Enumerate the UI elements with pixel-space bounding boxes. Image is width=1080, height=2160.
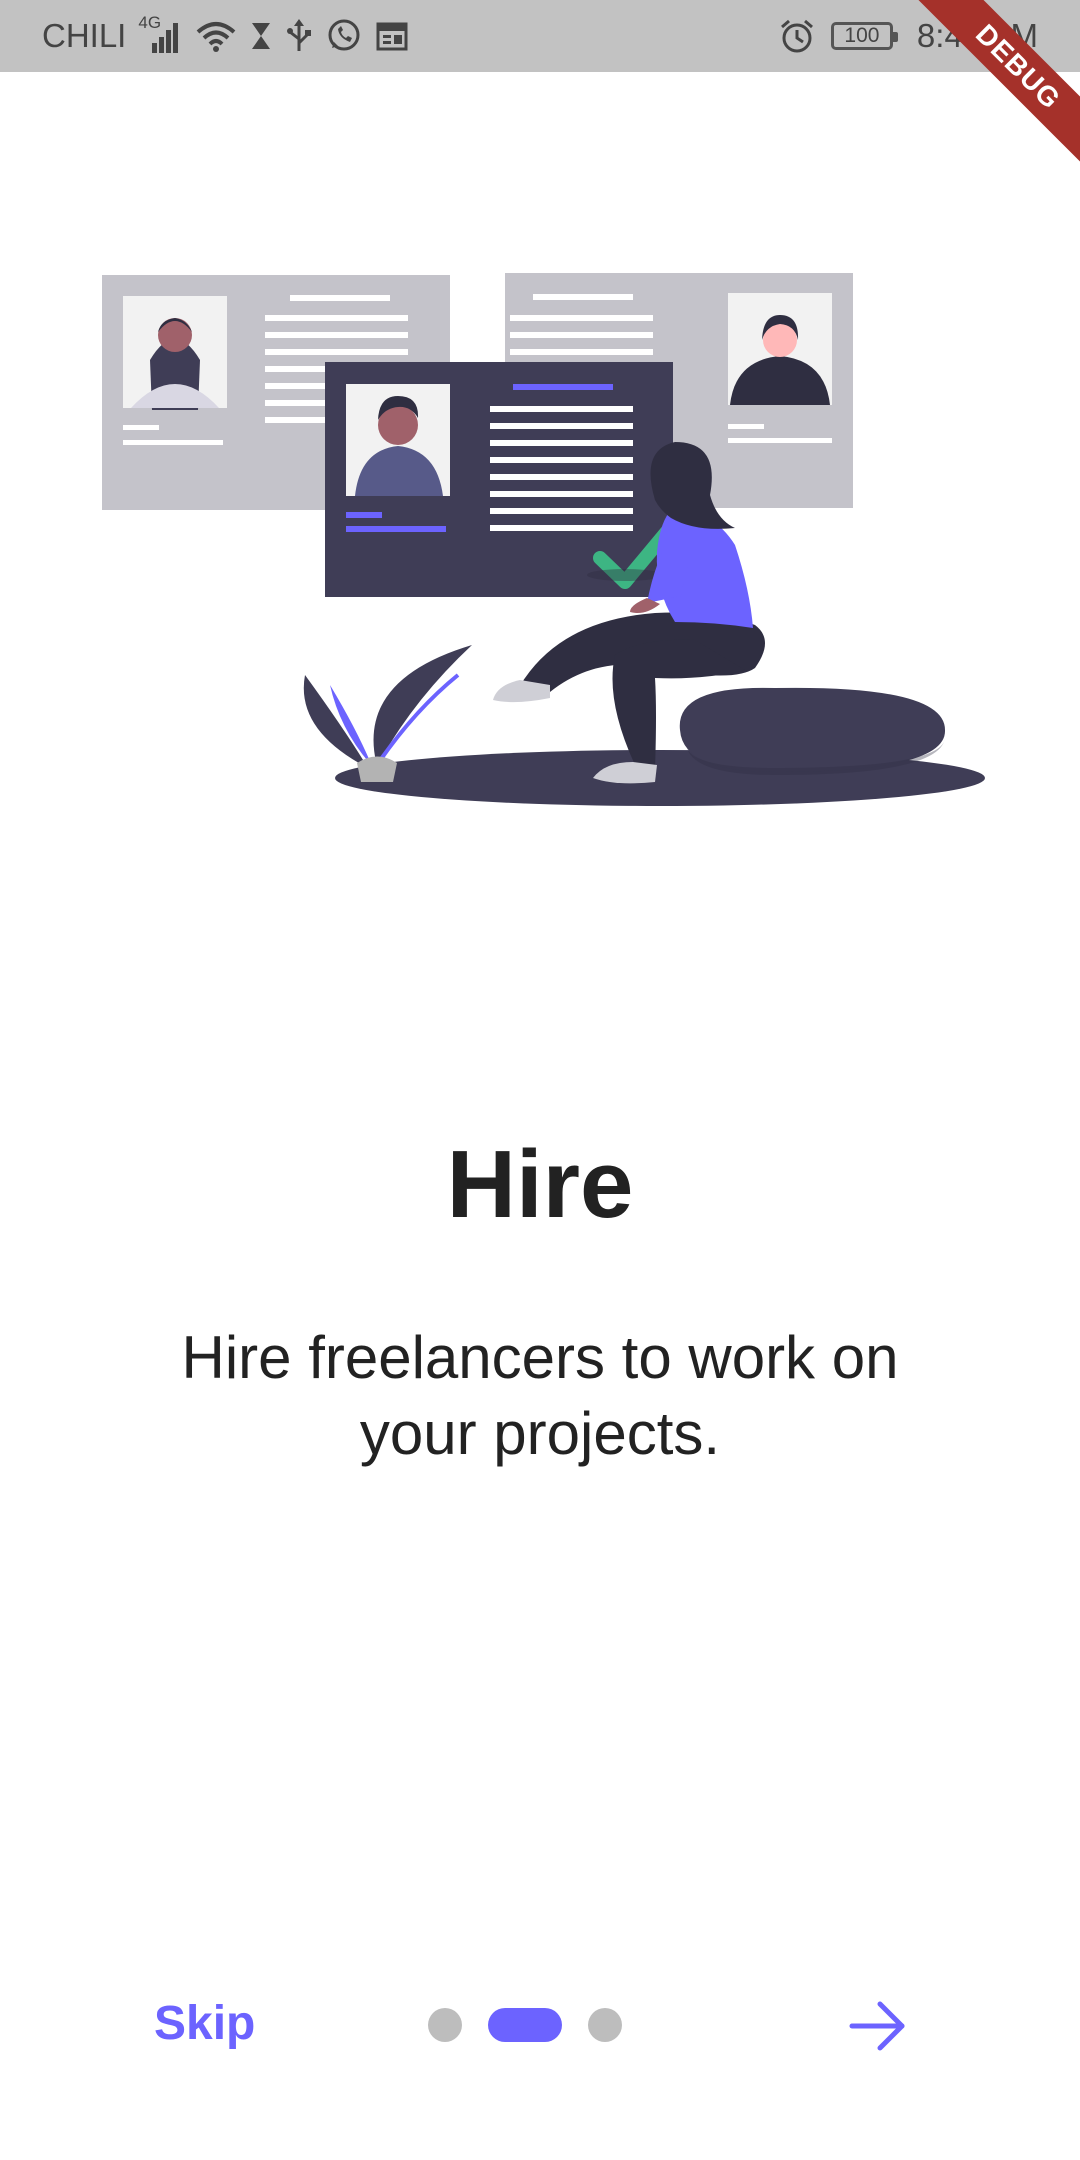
hire-illustration — [102, 273, 985, 806]
skip-button[interactable]: Skip — [154, 1996, 255, 2051]
onboarding-title: Hire — [446, 1131, 634, 1238]
next-button[interactable] — [848, 1996, 908, 2056]
usb-icon — [286, 19, 312, 53]
page-dot-3[interactable] — [588, 2008, 622, 2042]
page-dot-2-active[interactable] — [488, 2008, 562, 2042]
page-dot-1[interactable] — [428, 2008, 462, 2042]
whatsapp-icon — [326, 18, 362, 54]
hourglass-icon — [250, 21, 272, 51]
onboarding-description: Hire freelancers to work on your project… — [181, 1324, 899, 1467]
signal-icon: 4G — [138, 13, 182, 53]
calendar-icon — [376, 21, 408, 51]
status-bar-left: CHILI 4G — [42, 0, 408, 72]
arrow-right-icon — [849, 2001, 905, 2051]
alarm-icon — [779, 18, 815, 54]
wifi-icon — [196, 20, 236, 52]
carrier-name: CHILI — [42, 17, 127, 54]
status-bar-right: 100 8:49 AM — [779, 0, 1038, 72]
battery-level: 100 — [844, 24, 880, 47]
clock: 8:49 AM — [916, 17, 1038, 54]
status-bar: CHILI 4G 100 8:49 AM — [0, 0, 1080, 72]
pouf — [679, 687, 946, 772]
battery-icon: 100 — [830, 22, 898, 50]
page-indicator — [428, 2008, 622, 2042]
network-type: 4G — [138, 13, 162, 32]
resume-card-front — [325, 362, 673, 597]
